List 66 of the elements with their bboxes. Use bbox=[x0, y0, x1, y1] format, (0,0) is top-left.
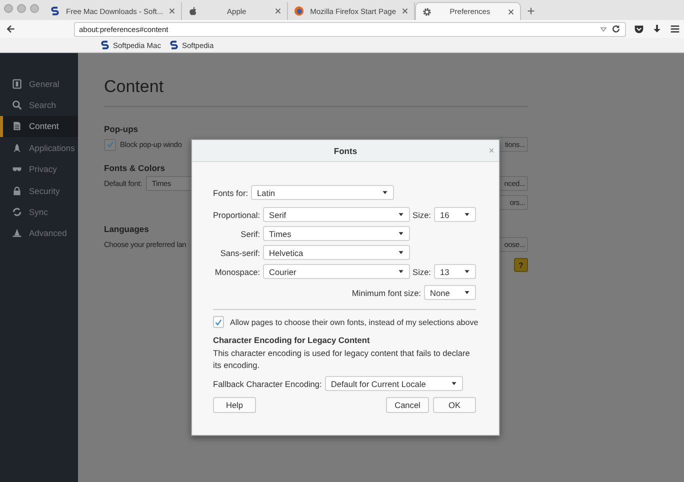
dropdown-caret-icon[interactable] bbox=[600, 26, 607, 32]
dropdown-caret-icon bbox=[398, 212, 404, 216]
favicon-icon bbox=[100, 40, 110, 50]
ok-button[interactable]: OK bbox=[433, 397, 476, 413]
dropdown[interactable]: Courier bbox=[263, 264, 410, 279]
cancel-button[interactable]: Cancel bbox=[386, 397, 429, 413]
download-icon[interactable] bbox=[652, 24, 662, 34]
search-icon bbox=[12, 100, 22, 110]
sidebar-item[interactable]: Content bbox=[0, 116, 78, 138]
close-icon[interactable] bbox=[275, 8, 282, 14]
back-arrow-icon[interactable] bbox=[6, 24, 16, 34]
globe-icon bbox=[294, 6, 304, 16]
favicon-icon bbox=[168, 40, 179, 50]
pocket-icon[interactable] bbox=[634, 24, 644, 34]
document-icon bbox=[12, 121, 22, 132]
dropdown[interactable]: Latin bbox=[251, 185, 394, 200]
section-heading: Character Encoding for Legacy Content bbox=[213, 335, 371, 345]
description-text: This character encoding is used for legacy content that fails to declare its encoding. bbox=[213, 347, 471, 371]
dropdown-caret-icon bbox=[398, 270, 404, 274]
section-heading: Pop-ups bbox=[104, 124, 138, 135]
field-label: Minimum font size: bbox=[352, 288, 421, 298]
dropdown[interactable]: Helvetica bbox=[263, 245, 410, 260]
checkbox[interactable] bbox=[213, 316, 224, 328]
menu-icon[interactable] bbox=[670, 24, 680, 34]
section-heading: Languages bbox=[104, 224, 149, 235]
checkbox[interactable] bbox=[104, 138, 116, 150]
favicon-icon bbox=[50, 6, 60, 16]
dialog-title: Fonts bbox=[334, 146, 358, 156]
reload-icon[interactable] bbox=[611, 24, 621, 34]
field-label: Sans-serif: bbox=[219, 248, 260, 258]
field-label: Fonts for: bbox=[213, 188, 248, 198]
dropdown[interactable]: Times bbox=[263, 226, 410, 241]
field-label: Size: bbox=[412, 266, 431, 276]
close-icon[interactable] bbox=[489, 148, 494, 153]
dropdown-caret-icon bbox=[464, 270, 470, 274]
dropdown-caret-icon bbox=[382, 190, 388, 194]
dropdown-caret-icon bbox=[398, 232, 404, 236]
close-icon[interactable] bbox=[508, 8, 514, 14]
field-label: Size: bbox=[412, 210, 431, 220]
size-dropdown[interactable]: 13 bbox=[434, 264, 476, 279]
dropdown-caret-icon bbox=[398, 250, 404, 254]
switch-icon bbox=[12, 78, 22, 89]
padlock-icon bbox=[12, 186, 22, 196]
wizard-hat-icon bbox=[12, 228, 22, 238]
apple-icon bbox=[188, 6, 198, 16]
close-icon[interactable] bbox=[402, 8, 408, 14]
field-label: Serif: bbox=[240, 228, 260, 238]
dropdown[interactable]: Default for Current Locale bbox=[324, 376, 463, 391]
dropdown-caret-icon bbox=[450, 382, 457, 386]
dropdown[interactable]: None bbox=[424, 285, 476, 300]
dropdown-caret-icon bbox=[464, 212, 470, 216]
sync-icon bbox=[12, 207, 22, 218]
checkbox-label: Allow pages to choose their own fonts, instead of my selections above bbox=[230, 318, 478, 326]
new-tab-icon[interactable] bbox=[527, 7, 535, 15]
field-label: Fallback Character Encoding: bbox=[213, 378, 322, 388]
dropdown[interactable]: Serif bbox=[263, 207, 410, 222]
size-dropdown[interactable]: 16 bbox=[434, 207, 476, 222]
dropdown-caret-icon bbox=[464, 290, 470, 294]
close-icon[interactable] bbox=[169, 8, 176, 14]
gear-icon bbox=[422, 6, 432, 16]
field-label: Monospace: bbox=[214, 266, 260, 276]
help-button[interactable]: Help bbox=[213, 397, 256, 413]
rocket-icon bbox=[12, 142, 22, 153]
section-heading: Fonts & Colors bbox=[104, 163, 165, 174]
field-label: Proportional: bbox=[213, 210, 260, 220]
page-title: Content bbox=[104, 77, 165, 97]
